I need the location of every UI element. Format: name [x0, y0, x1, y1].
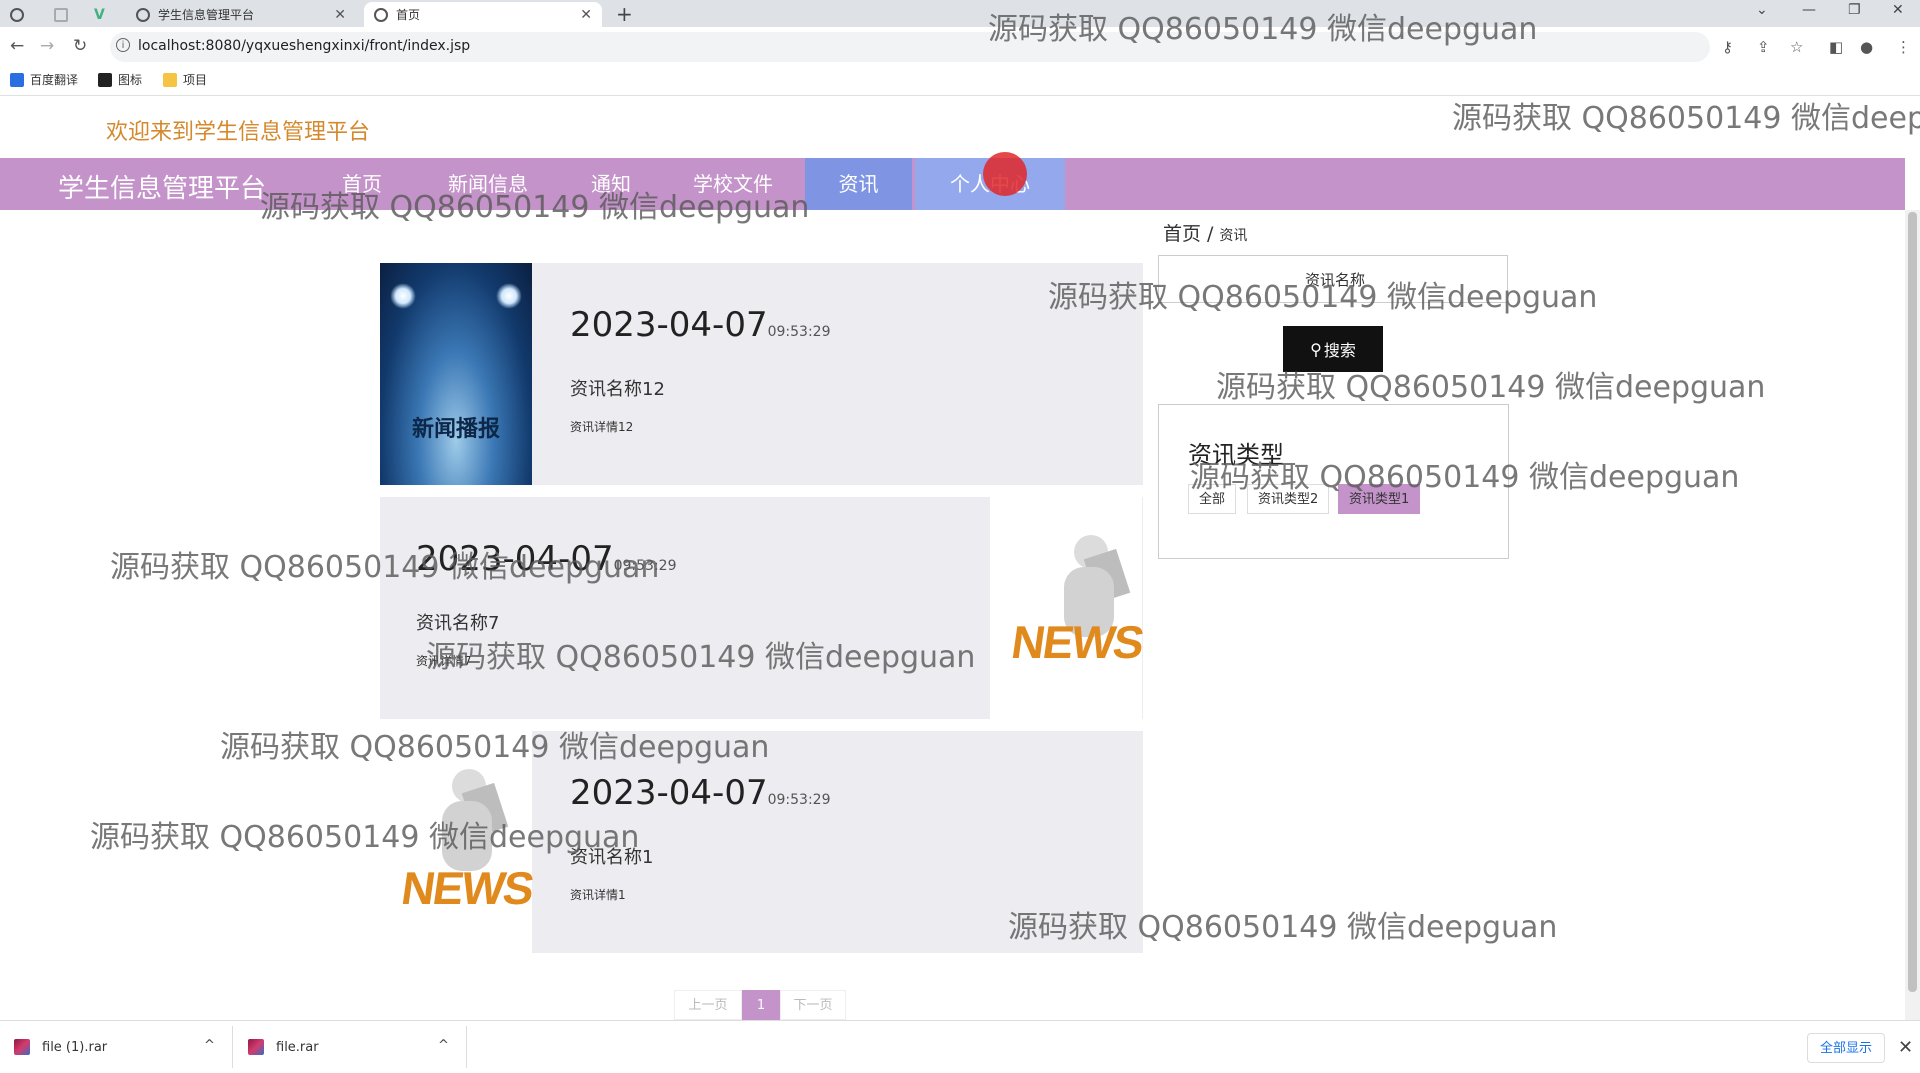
browser-tab-1[interactable]: [0, 2, 40, 27]
rar-file-icon: [14, 1039, 30, 1055]
site-brand[interactable]: 学生信息管理平台: [58, 168, 266, 205]
news-time: 09:53:29: [613, 558, 677, 574]
type-filter-all[interactable]: 全部: [1188, 484, 1237, 514]
window-close-icon[interactable]: ✕: [1892, 2, 1904, 18]
type-filter-panel: [1158, 404, 1509, 559]
image-caption: 新闻播报: [411, 417, 500, 442]
browser-tab-active[interactable]: 首页 ✕: [364, 2, 602, 27]
close-icon[interactable]: ✕: [1898, 1037, 1913, 1058]
pager-prev[interactable]: 上一页: [674, 990, 742, 1020]
spotlight-news-image[interactable]: 新闻播报: [380, 263, 532, 485]
bookmarks-bar: [0, 67, 1920, 96]
watermark-text: 源码获取 QQ86050149 微信deepguan: [1452, 101, 1920, 136]
search-input[interactable]: [1158, 255, 1512, 305]
news-date: 2023-04-0709:53:29: [570, 773, 831, 813]
news-date: 2023-04-0709:53:29: [570, 305, 831, 345]
news-card[interactable]: 新闻播报 2023-04-0709:53:29 资讯名称12 资讯详情12: [380, 263, 1143, 485]
news-card[interactable]: NEWS 2023-04-0709:53:29 资讯名称1 资讯详情1: [380, 731, 1143, 953]
chevron-up-icon[interactable]: ^: [438, 1038, 449, 1053]
forward-icon[interactable]: →: [40, 36, 54, 56]
divider: [466, 1026, 467, 1068]
folder-icon: [163, 72, 177, 87]
nav-home[interactable]: 首页: [328, 158, 396, 210]
news-figure-image[interactable]: NEWS: [380, 731, 536, 953]
news-title[interactable]: 资讯名称12: [570, 375, 665, 401]
news-figure-image[interactable]: NEWS: [990, 497, 1146, 719]
share-icon[interactable]: ⇪: [1757, 38, 1770, 56]
rar-file-icon: [248, 1039, 264, 1055]
globe-icon: [374, 7, 388, 22]
breadcrumb-current: 资讯: [1219, 228, 1248, 244]
nav-notice[interactable]: 通知: [578, 158, 644, 210]
close-icon[interactable]: ✕: [580, 7, 592, 23]
nav-info[interactable]: 资讯: [805, 158, 912, 210]
tab-title: 学生信息管理平台: [158, 8, 255, 22]
news-detail: 资讯详情12: [570, 420, 634, 434]
key-icon[interactable]: ⚷: [1722, 38, 1733, 56]
reload-icon[interactable]: ↻: [73, 36, 87, 56]
breadcrumb-home[interactable]: 首页: [1163, 223, 1201, 245]
scrollbar-thumb[interactable]: [1908, 212, 1917, 992]
vue-icon: V: [94, 6, 105, 23]
nav-news[interactable]: 新闻信息: [438, 158, 538, 210]
news-logo-text: NEWS: [398, 862, 536, 914]
search-button[interactable]: ⚲ 搜索: [1283, 326, 1383, 372]
tab-title: 首页: [396, 8, 421, 22]
news-time: 09:53:29: [767, 792, 831, 808]
profile-icon[interactable]: ●: [1860, 38, 1873, 56]
pager-current[interactable]: 1: [742, 990, 780, 1020]
minimize-icon[interactable]: —: [1802, 2, 1816, 18]
translate-icon: [10, 72, 24, 87]
pager-next[interactable]: 下一页: [780, 990, 846, 1020]
divider: [232, 1026, 233, 1068]
close-icon[interactable]: ✕: [334, 7, 346, 23]
menu-icon[interactable]: ⋮: [1896, 38, 1911, 56]
news-card[interactable]: NEWS 2023-04-0709:53:29 资讯名称7 资讯详情7: [380, 497, 1146, 719]
chevron-up-icon[interactable]: ^: [204, 1038, 215, 1053]
chevron-down-icon[interactable]: ⌄: [1756, 2, 1768, 18]
url-text[interactable]: localhost:8080/yqxueshengxinxi/front/ind…: [138, 38, 470, 54]
browser-tab-3[interactable]: V: [84, 2, 120, 27]
spotlight-icon: [496, 283, 522, 309]
type-filter-title: 资讯类型: [1188, 441, 1284, 469]
bookmark-item[interactable]: 项目: [163, 71, 207, 88]
download-item[interactable]: file (1).rar: [14, 1030, 107, 1064]
restore-icon[interactable]: ❐: [1848, 2, 1861, 18]
search-icon: ⚲: [1310, 339, 1322, 359]
news-date: 2023-04-0709:53:29: [416, 539, 677, 579]
type-filter-1[interactable]: 资讯类型1: [1338, 484, 1421, 514]
browser-tab-4[interactable]: 学生信息管理平台 ✕: [126, 2, 356, 27]
news-detail: 资讯详情1: [570, 888, 626, 902]
breadcrumb-separator: /: [1207, 223, 1214, 245]
blank-page-icon: [54, 7, 68, 22]
welcome-text: 欢迎来到学生信息管理平台: [106, 120, 371, 145]
image-icon: [98, 72, 112, 87]
back-icon[interactable]: ←: [10, 36, 24, 56]
browser-tab-2[interactable]: [44, 2, 80, 27]
spotlight-icon: [390, 283, 416, 309]
breadcrumb: 首页 / 资讯: [1163, 219, 1247, 246]
nav-school-files[interactable]: 学校文件: [680, 158, 786, 210]
news-title[interactable]: 资讯名称7: [416, 609, 499, 635]
download-item[interactable]: file.rar: [248, 1030, 319, 1064]
star-icon[interactable]: ☆: [1790, 38, 1803, 56]
globe-icon: [10, 7, 24, 22]
globe-icon: [136, 7, 150, 22]
type-filter-2[interactable]: 资讯类型2: [1247, 484, 1330, 514]
news-logo-text: NEWS: [1008, 616, 1146, 668]
show-all-button[interactable]: 全部显示: [1807, 1033, 1885, 1063]
info-icon[interactable]: i: [116, 38, 130, 52]
side-panel-icon[interactable]: ◧: [1829, 38, 1843, 56]
click-indicator: [983, 152, 1027, 196]
new-tab-icon[interactable]: +: [616, 2, 633, 26]
news-detail: 资讯详情7: [416, 654, 472, 668]
bookmark-item[interactable]: 百度翻译: [10, 71, 78, 88]
bookmark-item[interactable]: 图标: [98, 71, 142, 88]
news-title[interactable]: 资讯名称1: [570, 843, 653, 869]
news-time: 09:53:29: [767, 324, 831, 340]
